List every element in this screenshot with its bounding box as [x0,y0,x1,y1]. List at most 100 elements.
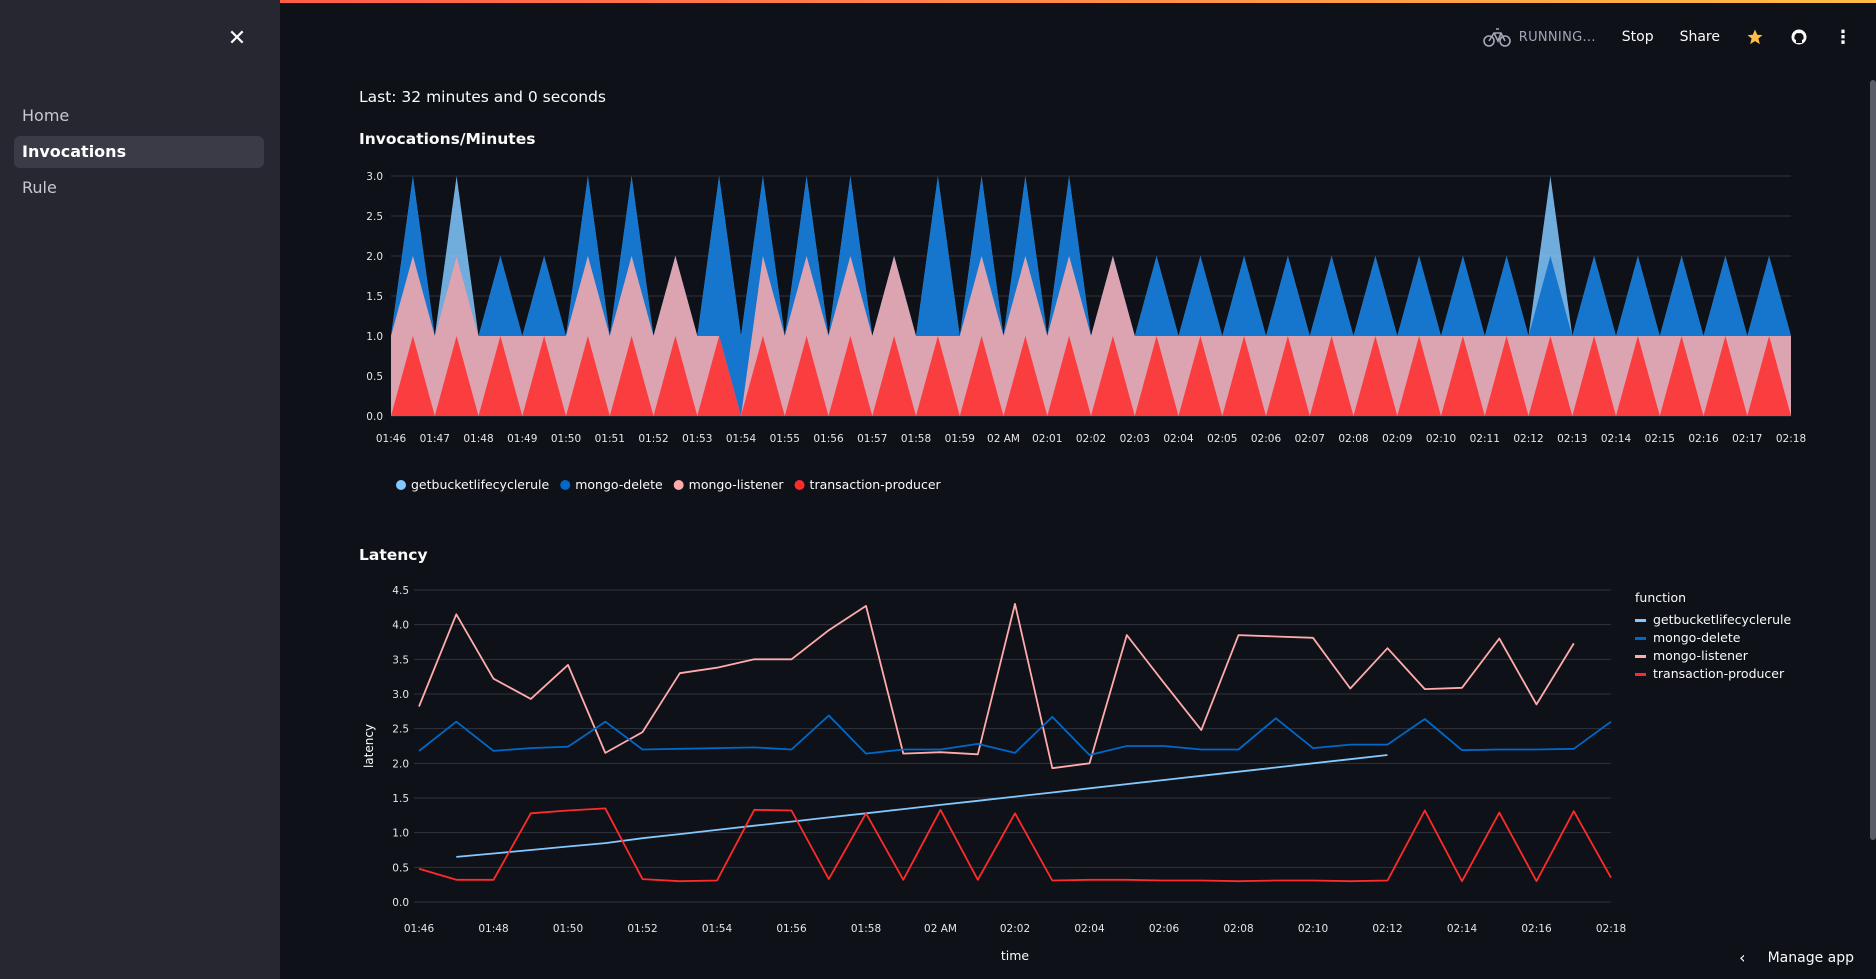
x-tick-label: 02:07 [1295,433,1325,445]
x-tick-label: 01:58 [851,923,881,935]
x-tick-label: 01:52 [638,433,668,445]
y-tick-label: 1.5 [392,793,409,805]
latency-chart: 0.0 0.5 1.0 1.5 2.0 2.5 3.0 3.5 4.0 4.5 01:46 01:48… [362,585,1792,963]
y-tick-label: 3.0 [366,171,383,183]
x-tick-label: 01:55 [770,433,800,445]
sidebar-item-rule[interactable]: Rule [14,172,264,204]
more-vertical-icon[interactable]: ⋮ [1834,27,1852,48]
y-tick-label: 0.5 [366,371,383,383]
legend-marker [794,480,805,490]
legend-marker [1635,637,1646,640]
x-tick-label: 01:57 [857,433,887,445]
x-tick-label: 02:02 [1000,923,1030,935]
sidebar-nav: Home Invocations Rule [14,100,264,208]
x-tick-label: 01:52 [627,923,657,935]
line-mongo-listener [418,603,1575,770]
x-tick-label: 02:10 [1426,433,1456,445]
x-tick-label: 02:03 [1120,433,1150,445]
x-tick-label: 01:49 [507,433,537,445]
x-tick-label: 01:46 [404,923,435,935]
x-tick-label: 02:18 [1596,923,1626,935]
sidebar-item-invocations[interactable]: Invocations [14,136,264,168]
legend-label: transaction-producer [810,477,942,492]
x-tick-label: 02:11 [1470,433,1500,445]
y-tick-label: 2.0 [366,251,383,263]
x-tick-label: 01:54 [726,433,757,445]
legend-label: mongo-delete [1653,630,1741,645]
y-tick-label: 3.0 [392,689,409,701]
x-tick-label: 02:06 [1251,433,1282,445]
x-tick-label: 02:10 [1298,923,1328,935]
legend-marker [1635,673,1646,676]
x-tick-label: 02:12 [1513,433,1543,445]
legend-marker [560,480,571,490]
x-tick-label: 02:17 [1732,433,1762,445]
last-duration-text: Last: 32 minutes and 0 seconds [359,88,606,106]
x-tick-label: 01:54 [702,923,733,935]
x-tick-label: 02:04 [1074,923,1105,935]
x-tick-label: 02:08 [1223,923,1253,935]
x-tick-label: 01:48 [478,923,508,935]
y-tick-label: 2.5 [366,211,383,223]
x-tick-label: 01:48 [463,433,493,445]
x-tick-label: 02:15 [1645,433,1675,445]
y-tick-label: 1.0 [392,828,409,840]
x-tick-label: 02:05 [1207,433,1237,445]
x-tick-label: 02 AM [924,923,957,935]
chevron-left-icon: ‹ [1739,948,1746,967]
x-tick-label: 01:50 [553,923,583,935]
legend-label: mongo-listener [689,477,785,492]
x-tick-label: 02:14 [1447,923,1478,935]
legend-marker [396,480,406,490]
x-tick-label: 01:46 [376,433,407,445]
y-tick-label: 1.0 [366,331,383,343]
x-tick-label: 02:09 [1382,433,1412,445]
x-axis-label: time [1001,948,1030,963]
x-tick-label: 01:51 [595,433,625,445]
manage-app-label: Manage app [1767,949,1854,966]
legend-marker [1635,619,1646,622]
x-tick-label: 01:56 [813,433,844,445]
x-tick-label: 01:53 [682,433,712,445]
legend-label: transaction-producer [1653,666,1785,681]
y-tick-label: 0.5 [392,862,409,874]
legend-label: getbucketlifecyclerule [1653,612,1792,627]
x-tick-label: 02:16 [1688,433,1719,445]
x-tick-label: 02:02 [1076,433,1106,445]
y-tick-label: 2.0 [392,758,409,770]
sidebar: ✕ Home Invocations Rule [0,0,280,979]
y-tick-label: 1.5 [366,291,383,303]
x-tick-label: 02:08 [1338,433,1368,445]
latency-title: Latency [359,546,428,564]
x-tick-label: 02:18 [1776,433,1806,445]
y-tick-label: 4.0 [392,620,409,632]
legend-title: function [1635,590,1686,605]
close-icon[interactable]: ✕ [226,28,248,50]
y-tick-label: 3.5 [392,654,409,666]
y-tick-label: 2.5 [392,724,409,736]
line-transaction-producer [418,807,1612,883]
x-tick-label: 02:14 [1601,433,1632,445]
x-tick-label: 02:04 [1163,433,1194,445]
line-getbucketlifecyclerule [456,754,1388,858]
x-tick-label: 01:56 [776,923,807,935]
invocations-title: Invocations/Minutes [359,130,536,148]
x-tick-label: 02:16 [1521,923,1552,935]
x-tick-label: 01:58 [901,433,931,445]
invocations-chart: 0.0 0.5 1.0 1.5 2.0 2.5 3.0 01:46 01:47 01:48 01:4… [366,171,1806,492]
manage-app-button[interactable]: ‹ Manage app [1739,948,1854,967]
x-tick-label: 02:12 [1372,923,1402,935]
y-tick-label: 4.5 [392,585,409,597]
y-tick-label: 0.0 [366,411,383,423]
y-axis-label: latency [362,724,376,768]
x-tick-label: 02 AM [987,433,1020,445]
legend-label: mongo-delete [575,477,663,492]
legend-marker [1635,655,1646,658]
x-tick-label: 01:59 [945,433,975,445]
x-tick-label: 02:13 [1557,433,1587,445]
legend-label: mongo-listener [1653,648,1749,663]
x-tick-label: 02:01 [1032,433,1062,445]
sidebar-item-home[interactable]: Home [14,100,264,132]
x-tick-label: 02:06 [1149,923,1180,935]
scrollbar[interactable] [1870,80,1876,840]
